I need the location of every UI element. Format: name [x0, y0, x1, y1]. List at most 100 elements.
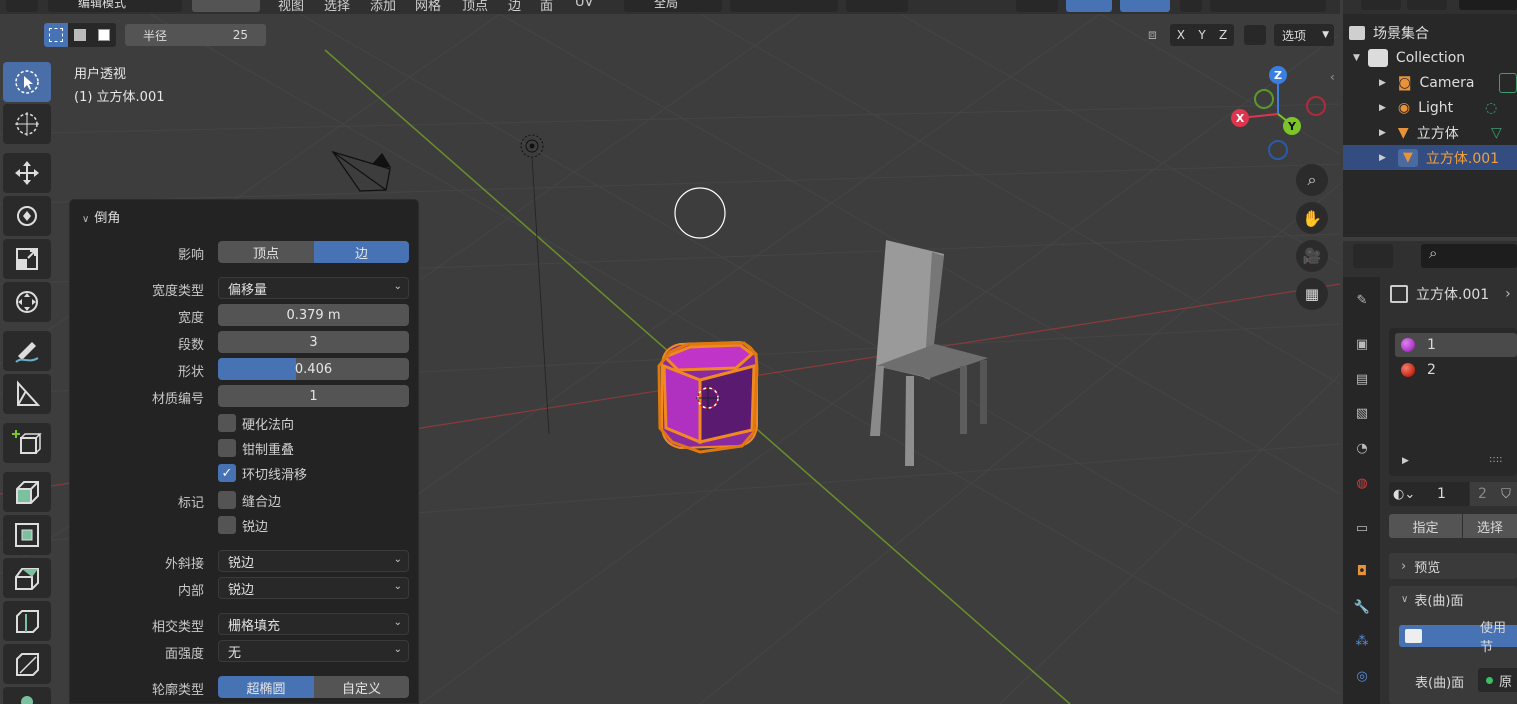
view-layer-tab-icon[interactable]: ▧ — [1351, 402, 1373, 424]
scene-tab-icon[interactable]: ◔ — [1351, 437, 1373, 459]
affect-edges-button[interactable]: 边 — [314, 241, 409, 263]
chevron-right-icon[interactable]: ▶ — [1379, 128, 1386, 138]
mirror-x[interactable]: X — [1177, 28, 1185, 42]
navigation-gizmo[interactable]: Z X Y — [1224, 66, 1334, 166]
xray-toggle[interactable] — [1180, 0, 1202, 12]
render-tab-icon[interactable]: ▣ — [1351, 333, 1373, 355]
checkbox-box[interactable] — [218, 516, 236, 534]
modifier-tab-icon[interactable]: 🔧 — [1351, 596, 1373, 618]
shape-slider[interactable]: 0.406 — [218, 358, 409, 380]
menu-add[interactable]: 添加 — [370, 0, 396, 14]
outliner-search-input[interactable] — [1459, 0, 1517, 10]
panel-header[interactable]: ∨ 倒角 — [82, 207, 120, 226]
mirror-axis-buttons[interactable]: X Y Z — [1170, 24, 1234, 46]
mark-sharp-checkbox[interactable]: 锐边 — [218, 516, 268, 535]
chevron-right-icon[interactable]: ▶ — [1379, 153, 1386, 163]
intersection-dropdown[interactable]: 栅格填充 ⌄ — [218, 613, 409, 635]
proportional-edit-toggle[interactable] — [846, 0, 908, 12]
menu-vertex[interactable]: 顶点 — [462, 0, 488, 14]
annotate-tool[interactable] — [3, 331, 51, 371]
options-dropdown[interactable]: 选项 ▼ — [1274, 24, 1334, 46]
editor-type-icon[interactable] — [6, 0, 38, 12]
poly-build-tool[interactable] — [3, 687, 51, 704]
surface-panel-header[interactable]: ∨ 表(曲)面 — [1401, 590, 1463, 609]
menu-view[interactable]: 视图 — [278, 0, 304, 14]
outliner-item-cube[interactable]: ▶ ▼ 立方体 ▽ — [1343, 120, 1517, 145]
select-extend-icon[interactable] — [68, 23, 92, 47]
zoom-icon[interactable]: ⌕ — [1296, 164, 1328, 196]
outliner-item-camera[interactable]: ▶ ◙ Camera — [1343, 70, 1517, 95]
checkmark-icon[interactable]: ✓ — [218, 464, 236, 482]
gizmo-toggle[interactable] — [1066, 0, 1112, 12]
camera-view-icon[interactable]: 🎥 — [1296, 240, 1328, 272]
pivot-select[interactable] — [730, 0, 780, 12]
width-field[interactable]: 0.379 m — [218, 304, 409, 326]
move-tool[interactable] — [3, 153, 51, 193]
world-tab-icon[interactable]: ◍ — [1351, 472, 1373, 494]
preview-panel-header[interactable]: › 预览 — [1389, 553, 1517, 579]
outliner-item-collection[interactable]: ▼ Collection — [1343, 45, 1517, 70]
chevron-right-icon[interactable]: ▶ — [1379, 103, 1386, 113]
menu-face[interactable]: 面 — [540, 0, 553, 14]
properties-search-input[interactable]: ⌕ — [1421, 244, 1517, 268]
extrude-tool[interactable] — [3, 472, 51, 512]
scale-tool[interactable] — [3, 239, 51, 279]
profile-custom-button[interactable]: 自定义 — [314, 676, 409, 698]
menu-edge[interactable]: 边 — [508, 0, 521, 14]
bevel-tool[interactable] — [3, 558, 51, 598]
display-mode-select[interactable] — [1361, 0, 1401, 10]
filter-select[interactable] — [1407, 0, 1447, 10]
mode-select[interactable]: 编辑模式 — [48, 0, 182, 12]
chevron-down-icon[interactable]: ▼ — [1353, 53, 1360, 63]
scene-collection-row[interactable]: 场景集合 — [1343, 20, 1517, 45]
transform-orientation-select[interactable]: 全局 — [624, 0, 722, 12]
inset-tool[interactable] — [3, 515, 51, 555]
clamp-overlap-checkbox[interactable]: 钳制重叠 — [218, 439, 294, 458]
mirror-z[interactable]: Z — [1219, 28, 1227, 42]
surface-shader-select[interactable]: 原 — [1478, 668, 1517, 692]
snap-toggle[interactable] — [776, 0, 838, 12]
use-nodes-button[interactable]: 使用节 — [1399, 621, 1517, 655]
select-box-tool[interactable] — [3, 62, 51, 102]
select-new-icon[interactable] — [44, 23, 68, 47]
sidebar-toggle-icon[interactable]: ‹ — [1330, 70, 1335, 84]
resize-handle-icon[interactable]: :::: — [1489, 454, 1502, 465]
select-mode-buttons[interactable] — [192, 0, 260, 12]
outliner-item-light[interactable]: ▶ ◉ Light ◌ — [1343, 95, 1517, 120]
bevel-operator-panel[interactable]: ∨ 倒角 影响 顶点 边 宽度类型 偏移量 ⌄ 宽度 0.379 m 段数 3 形状… — [69, 199, 419, 704]
menu-select[interactable]: 选择 — [324, 0, 350, 14]
add-cube-tool[interactable] — [3, 423, 51, 463]
material-slot-row[interactable]: 2 — [1395, 358, 1517, 382]
affect-vertices-button[interactable]: 顶点 — [218, 241, 314, 263]
mark-seam-checkbox[interactable]: 缝合边 — [218, 491, 281, 510]
auto-merge-icon[interactable] — [1244, 25, 1266, 45]
chevron-right-icon[interactable]: › — [1505, 286, 1511, 302]
knife-tool[interactable] — [3, 644, 51, 684]
radius-field[interactable]: 半径 25 — [125, 24, 266, 46]
material-field[interactable]: 1 — [218, 385, 409, 407]
miter-inner-dropdown[interactable]: 锐边 ⌄ — [218, 577, 409, 599]
particles-tab-icon[interactable]: ⁂ — [1351, 630, 1373, 652]
outliner[interactable]: 场景集合 ▼ Collection ▶ ◙ Camera ▶ ◉ Light ◌… — [1343, 0, 1517, 237]
checkbox-box[interactable] — [218, 414, 236, 432]
menu-mesh[interactable]: 网格 — [415, 0, 441, 14]
miter-outer-dropdown[interactable]: 锐边 ⌄ — [218, 550, 409, 572]
shading-mode-buttons[interactable] — [1210, 0, 1326, 12]
expand-icon[interactable]: ▶ — [1402, 456, 1409, 466]
surface-panel[interactable]: ∨ 表(曲)面 使用节 表(曲)面 原 — [1389, 586, 1517, 704]
cursor-tool[interactable] — [3, 104, 51, 144]
visibility-select[interactable] — [1016, 0, 1058, 12]
loop-cut-tool[interactable] — [3, 601, 51, 641]
checkbox-box[interactable] — [218, 439, 236, 457]
segments-field[interactable]: 3 — [218, 331, 409, 353]
material-index-field[interactable]: 1 — [1429, 482, 1469, 506]
material-slots-list[interactable]: 1 2 ▶ :::: — [1389, 328, 1517, 476]
measure-tool[interactable] — [3, 374, 51, 414]
loop-slide-checkbox[interactable]: ✓ 环切线滑移 — [218, 464, 307, 483]
outliner-item-cube-001[interactable]: ▶ ▼ 立方体.001 — [1343, 145, 1517, 170]
fake-user-shield-icon[interactable]: ⛉ — [1495, 482, 1517, 506]
select-subtract-icon[interactable] — [92, 23, 116, 47]
harden-normals-checkbox[interactable]: 硬化法向 — [218, 414, 294, 433]
pan-hand-icon[interactable]: ✋ — [1296, 202, 1328, 234]
overlay-toggle[interactable] — [1120, 0, 1170, 12]
